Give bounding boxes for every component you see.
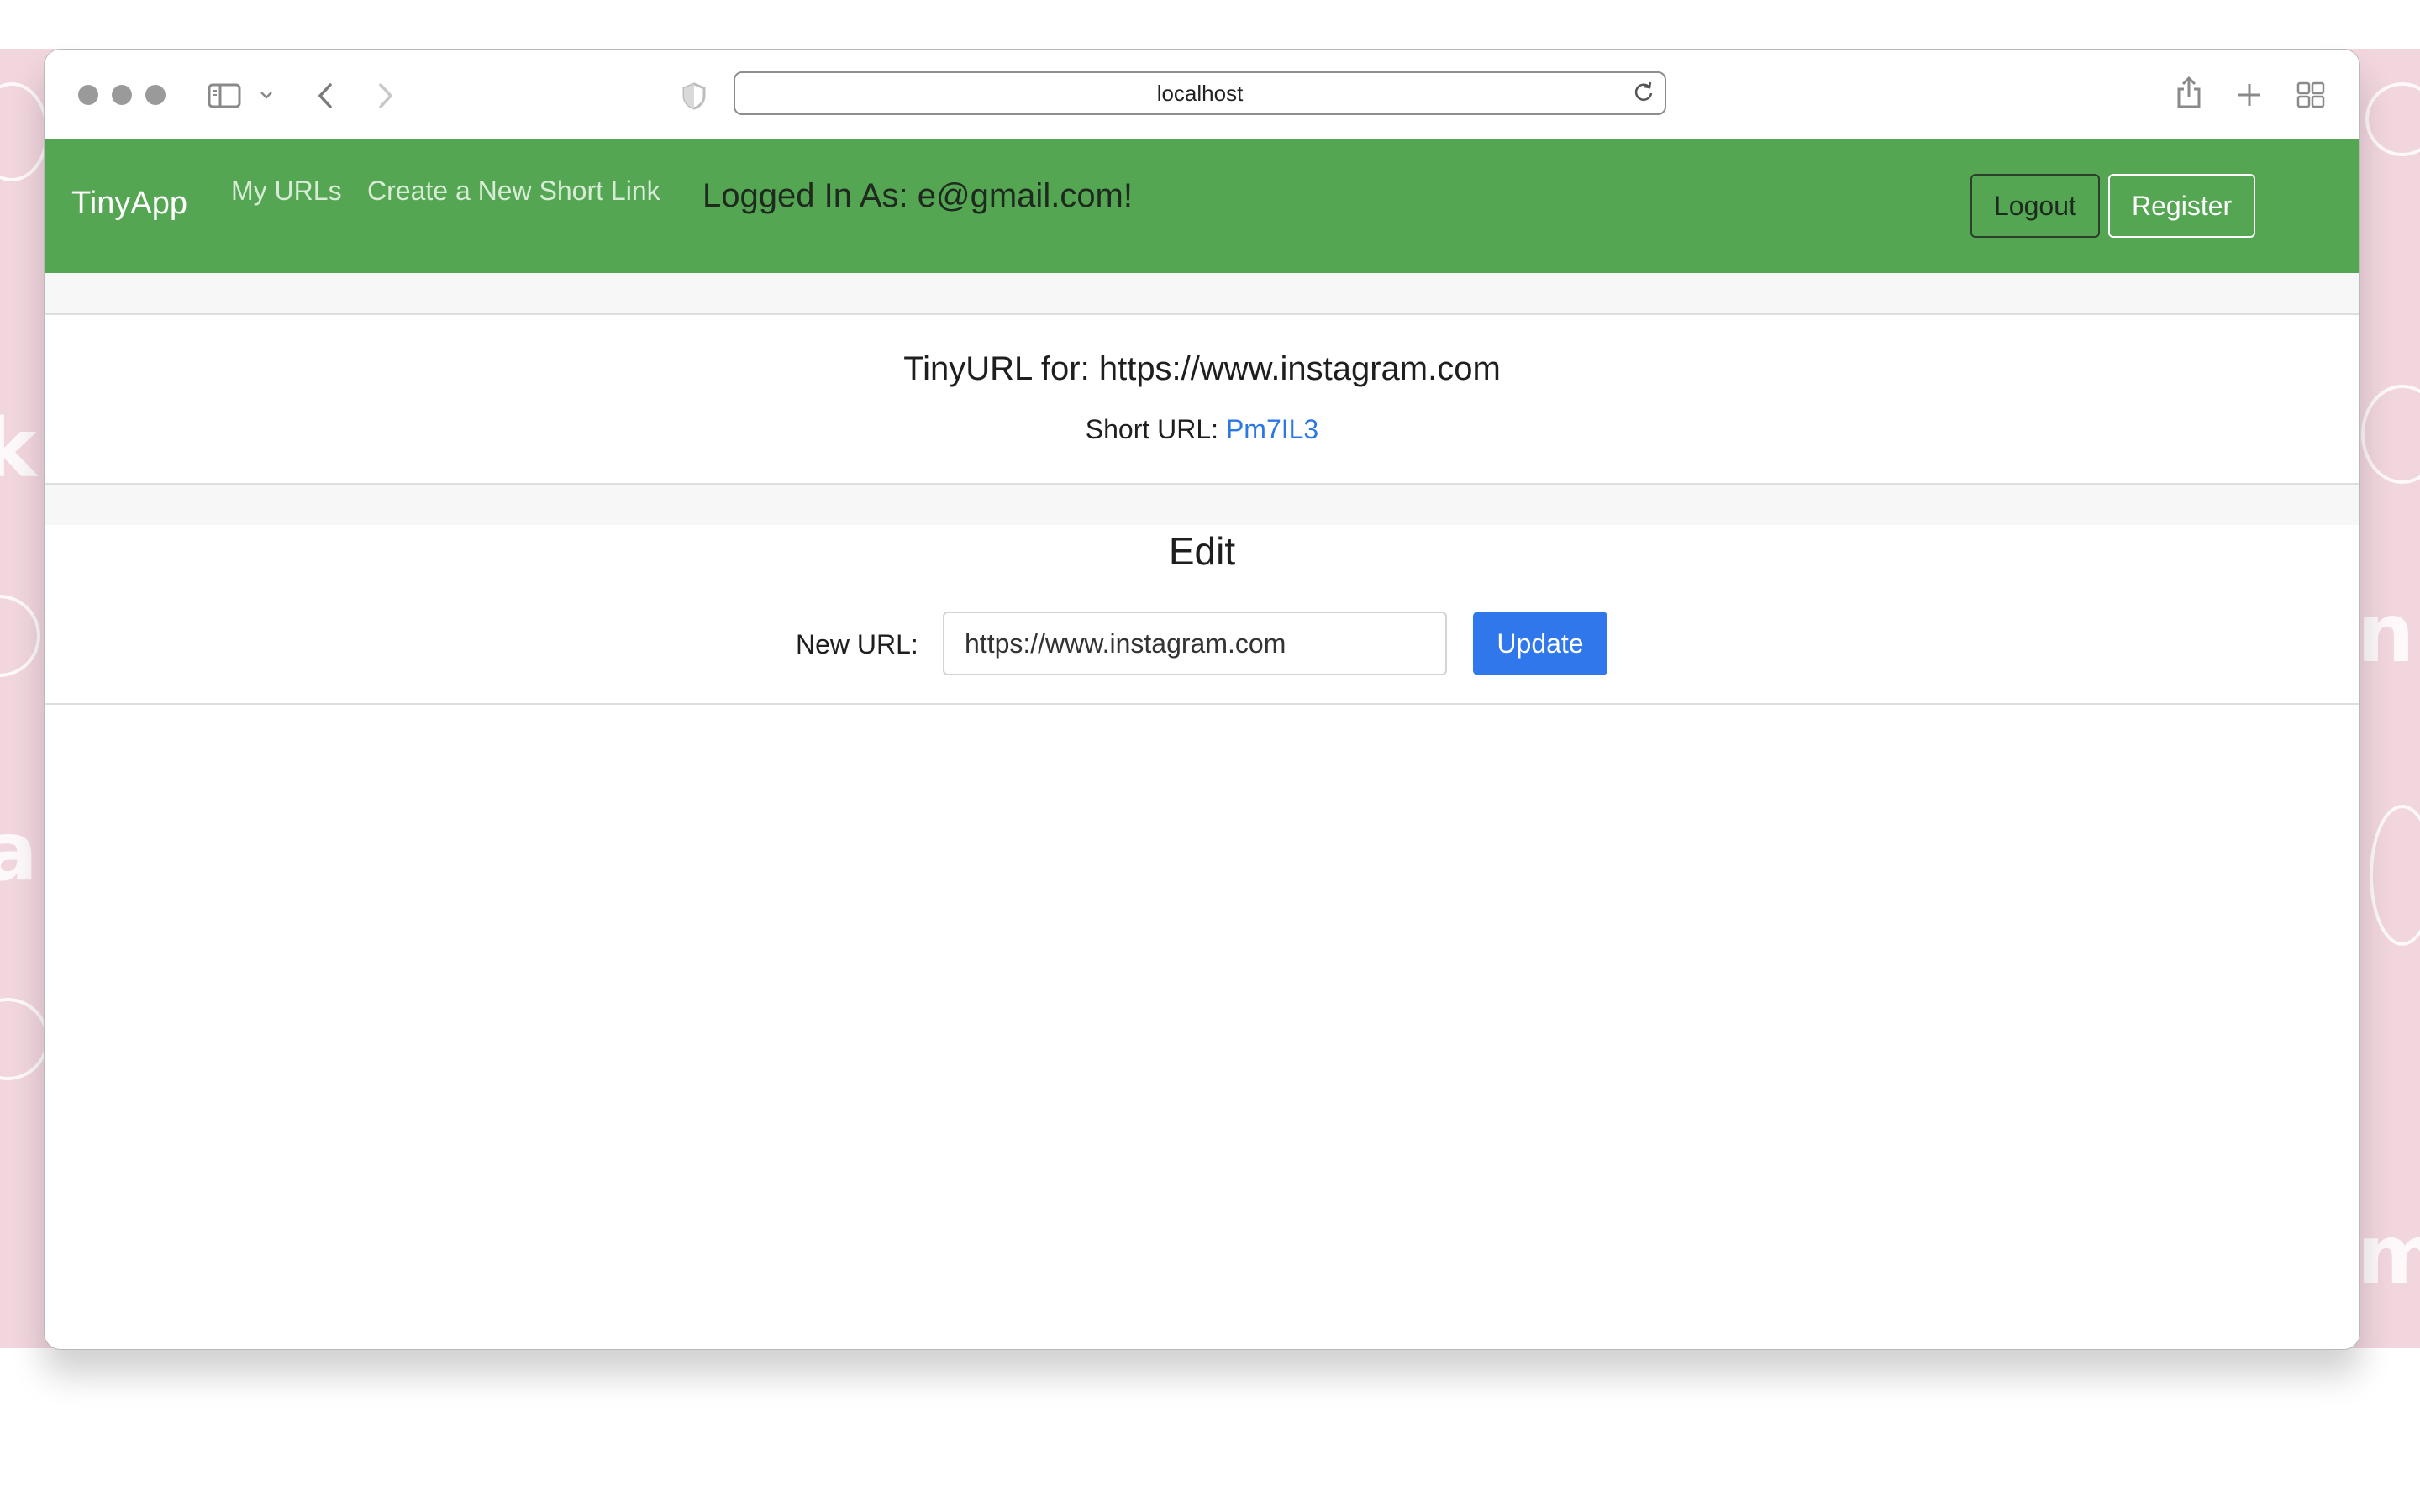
wallpaper-glyph: n bbox=[2357, 586, 2415, 680]
wallpaper-doodle bbox=[2370, 805, 2420, 946]
spacer-band bbox=[45, 485, 2360, 525]
wallpaper-glyph: m bbox=[2357, 1208, 2420, 1302]
brand-link[interactable]: TinyApp bbox=[71, 186, 187, 222]
sidebar-icon[interactable] bbox=[208, 83, 241, 108]
nav-create-short-link[interactable]: Create a New Short Link bbox=[367, 176, 660, 207]
register-button[interactable]: Register bbox=[2108, 174, 2256, 238]
chevron-down-icon[interactable] bbox=[260, 90, 273, 100]
divider bbox=[45, 313, 2360, 315]
short-url-label: Short URL: bbox=[1085, 414, 1219, 444]
nav-my-urls[interactable]: My URLs bbox=[231, 176, 342, 207]
short-url-line: Short URL: Pm7IL3 bbox=[45, 414, 2360, 445]
logout-button[interactable]: Logout bbox=[1970, 174, 2100, 238]
wallpaper-doodle bbox=[0, 82, 49, 181]
tinyurl-title: TinyURL for: https://www.instagram.com bbox=[903, 350, 1501, 387]
wallpaper-doodle bbox=[2365, 82, 2420, 156]
app-navbar: TinyApp My URLs Create a New Short Link … bbox=[45, 139, 2360, 273]
short-url-link[interactable]: Pm7IL3 bbox=[1226, 414, 1318, 444]
wallpaper-glyph: k bbox=[0, 402, 37, 496]
close-window-button[interactable] bbox=[78, 85, 98, 105]
browser-window: localhost TinyApp My URLs Create a New S… bbox=[44, 49, 2360, 1350]
tab-overview-icon[interactable] bbox=[2296, 81, 2325, 108]
logged-in-text: Logged In As: e@gmail.com! bbox=[702, 177, 1133, 214]
divider bbox=[45, 703, 2360, 705]
new-url-input[interactable] bbox=[943, 612, 1447, 675]
wallpaper-doodle bbox=[0, 595, 40, 677]
wallpaper-glyph: a bbox=[0, 805, 38, 899]
shield-icon[interactable] bbox=[681, 81, 707, 110]
wallpaper-doodle bbox=[0, 998, 49, 1080]
address-text: localhost bbox=[1156, 80, 1244, 106]
update-button[interactable]: Update bbox=[1473, 612, 1607, 675]
address-bar[interactable]: localhost bbox=[734, 71, 1666, 115]
minimize-window-button[interactable] bbox=[112, 85, 132, 105]
new-url-label: New URL: bbox=[796, 629, 918, 659]
edit-heading: Edit bbox=[1168, 529, 1236, 573]
spacer-band bbox=[45, 273, 2360, 313]
wallpaper-doodle bbox=[2361, 385, 2420, 484]
new-tab-icon[interactable] bbox=[2236, 81, 2263, 108]
share-icon[interactable] bbox=[2175, 75, 2202, 110]
browser-toolbar: localhost bbox=[45, 50, 2360, 139]
forward-icon[interactable] bbox=[376, 81, 396, 110]
back-icon[interactable] bbox=[315, 81, 335, 110]
zoom-window-button[interactable] bbox=[145, 85, 166, 105]
reload-icon[interactable] bbox=[1633, 81, 1655, 102]
